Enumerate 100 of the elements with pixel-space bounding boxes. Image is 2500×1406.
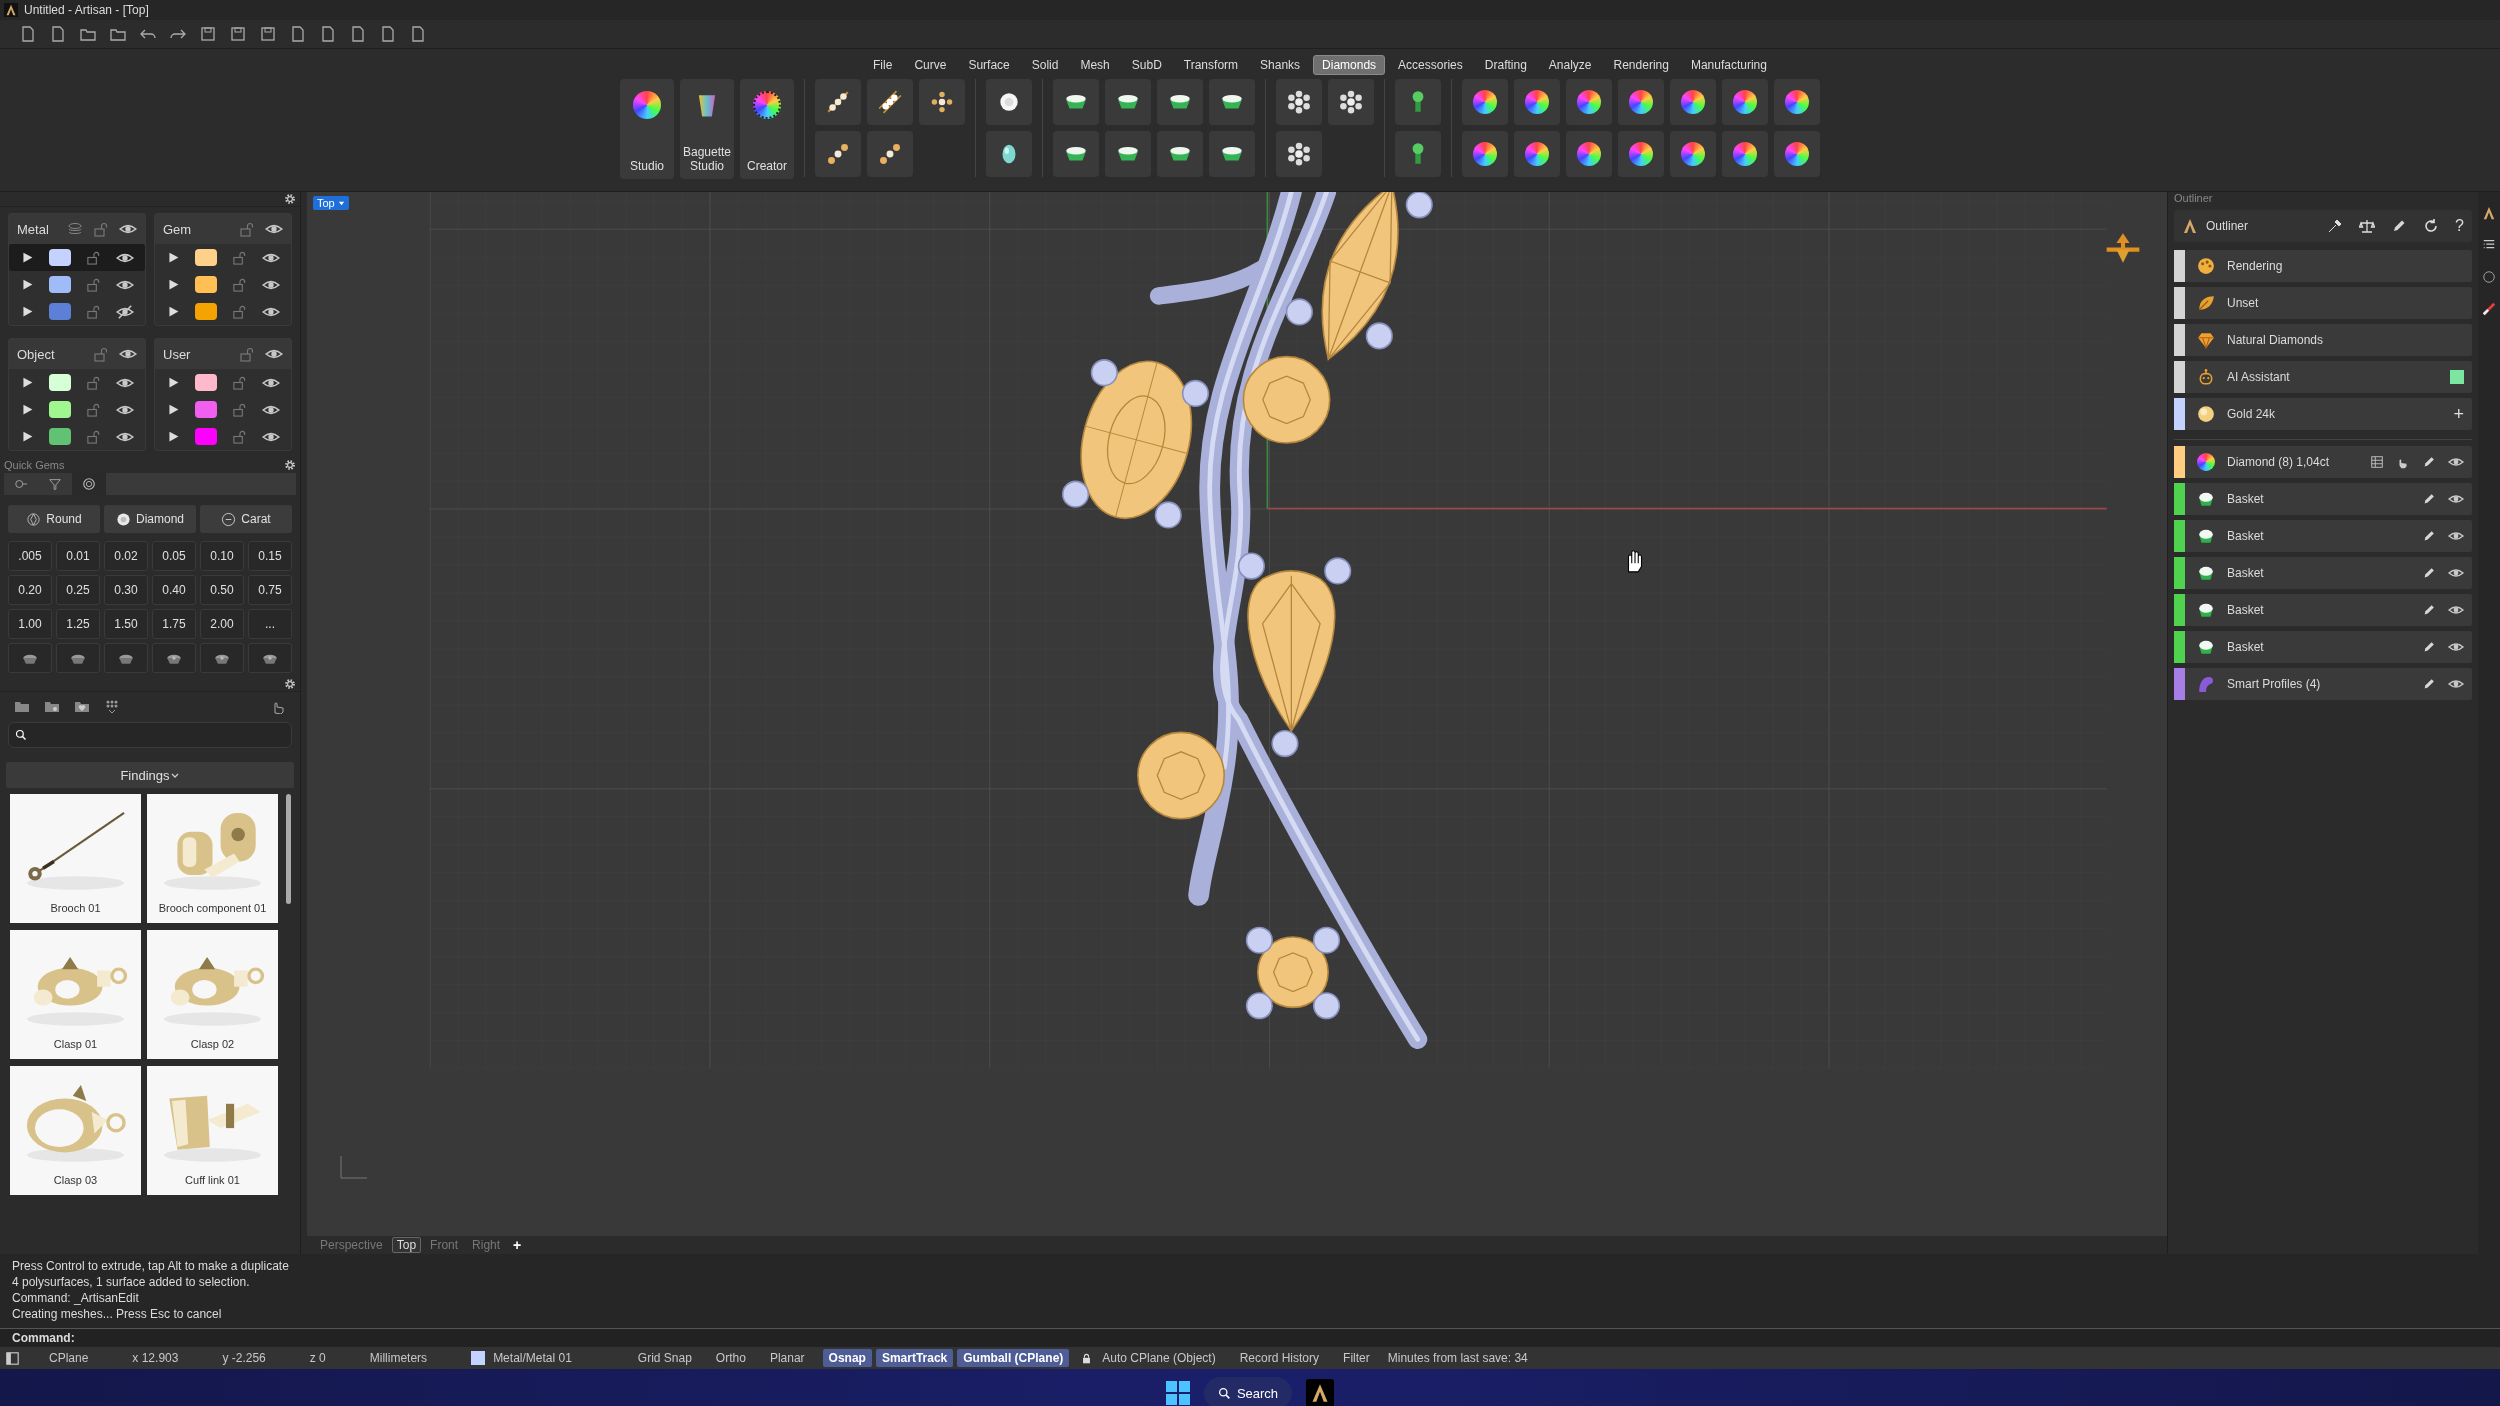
color-swatch[interactable]: [194, 428, 217, 445]
gem-tool-button[interactable]: [1722, 131, 1768, 177]
material-row[interactable]: Rendering: [2174, 250, 2472, 282]
play-icon[interactable]: [20, 430, 34, 443]
add-button[interactable]: +: [2453, 403, 2464, 425]
search-field[interactable]: [8, 722, 292, 748]
color-swatch[interactable]: [194, 401, 217, 418]
size-button[interactable]: 2.00: [200, 609, 244, 639]
gem-tool-button[interactable]: [1395, 131, 1441, 177]
sphere-icon[interactable]: [2482, 270, 2496, 284]
gem-tool-button[interactable]: [815, 79, 861, 125]
gem-tool-button[interactable]: [1514, 131, 1560, 177]
size-button[interactable]: 0.15: [248, 541, 292, 571]
menu-tab[interactable]: Drafting: [1475, 55, 1536, 75]
menu-tab[interactable]: Manufacturing: [1681, 55, 1776, 75]
size-button[interactable]: .005: [8, 541, 52, 571]
gem-tool-button[interactable]: [1774, 131, 1820, 177]
material-row[interactable]: Natural Diamonds: [2174, 324, 2472, 356]
gem-dropdown[interactable]: Diamond: [104, 505, 196, 533]
size-button[interactable]: 0.30: [104, 575, 148, 605]
menu-tab[interactable]: Surface: [959, 55, 1019, 75]
gem-tool-button[interactable]: [1105, 131, 1151, 177]
size-button[interactable]: 1.50: [104, 609, 148, 639]
gem-tool-button[interactable]: [986, 131, 1032, 177]
size-button[interactable]: 0.40: [152, 575, 196, 605]
play-icon[interactable]: [20, 278, 34, 291]
play-icon[interactable]: [20, 305, 34, 318]
color-swatch[interactable]: [48, 401, 71, 418]
size-button[interactable]: 0.20: [8, 575, 52, 605]
layer-stack-icon[interactable]: [67, 221, 83, 237]
color-swatch[interactable]: [48, 374, 71, 391]
settings-icon[interactable]: [284, 678, 296, 690]
play-icon[interactable]: [166, 376, 180, 389]
panel-toggle-icon[interactable]: [6, 1351, 19, 1365]
category-dropdown[interactable]: Findings: [6, 762, 294, 788]
setting-shape-button[interactable]: [8, 643, 52, 673]
setting-shape-button[interactable]: [104, 643, 148, 673]
size-button[interactable]: 0.05: [152, 541, 196, 571]
status-toggle[interactable]: Grid Snap: [631, 1349, 698, 1367]
setting-shape-button[interactable]: [152, 643, 196, 673]
object-row[interactable]: Basket: [2174, 594, 2472, 626]
settings-icon[interactable]: [284, 193, 296, 205]
color-swatch[interactable]: [48, 428, 71, 445]
save-as-icon[interactable]: [230, 26, 246, 42]
size-button[interactable]: 0.25: [56, 575, 100, 605]
gem-tool-button[interactable]: [867, 79, 913, 125]
gem-tool-button[interactable]: [1566, 131, 1612, 177]
save-icon[interactable]: [200, 26, 216, 42]
menu-tab[interactable]: Transform: [1174, 55, 1248, 75]
menu-tab[interactable]: Rendering: [1604, 55, 1678, 75]
gem-tool-button[interactable]: [1774, 79, 1820, 125]
setting-shape-button[interactable]: [248, 643, 292, 673]
gem-tool-button[interactable]: [1209, 79, 1255, 125]
gem-tool-button[interactable]: [1618, 131, 1664, 177]
size-button[interactable]: 1.75: [152, 609, 196, 639]
play-icon[interactable]: [166, 251, 180, 264]
pencil-icon[interactable]: [2422, 603, 2436, 617]
gem-tool-button[interactable]: [1618, 79, 1664, 125]
color-swatch[interactable]: [48, 303, 71, 320]
size-button[interactable]: 0.50: [200, 575, 244, 605]
refresh-icon[interactable]: [2423, 218, 2440, 234]
material-row[interactable]: Unset: [2174, 287, 2472, 319]
pencil-icon[interactable]: [2422, 640, 2436, 654]
gem-tool-button[interactable]: [1157, 131, 1203, 177]
menu-tab[interactable]: File: [864, 55, 902, 75]
gem-tool-button[interactable]: [1462, 79, 1508, 125]
menu-tab[interactable]: Shanks: [1251, 55, 1310, 75]
setting-shape-button[interactable]: [200, 643, 244, 673]
eyedropper-icon[interactable]: [2327, 218, 2344, 234]
gem-tool-button[interactable]: [1670, 131, 1716, 177]
settings-icon[interactable]: [284, 459, 296, 471]
lock-icon[interactable]: [1081, 1352, 1093, 1364]
pencil-icon[interactable]: [2422, 566, 2436, 580]
lock-icon[interactable]: [85, 250, 101, 265]
menu-tab[interactable]: SubD: [1122, 55, 1171, 75]
gem-dropdown[interactable]: Round: [8, 505, 100, 533]
open-folder-icon[interactable]: [80, 26, 96, 42]
menu-tab[interactable]: Solid: [1022, 55, 1068, 75]
size-button[interactable]: 0.01: [56, 541, 100, 571]
eye-off-icon[interactable]: [115, 302, 134, 321]
size-button[interactable]: 1.00: [8, 609, 52, 639]
setting-shape-button[interactable]: [56, 643, 100, 673]
status-toggle[interactable]: Filter: [1337, 1349, 1376, 1367]
status-toggle[interactable]: SmartTrack: [875, 1349, 954, 1367]
layer-label[interactable]: Metal/Metal 01: [493, 1351, 572, 1365]
new-file-icon[interactable]: [20, 26, 36, 42]
size-button[interactable]: 0.02: [104, 541, 148, 571]
play-icon[interactable]: [166, 430, 180, 443]
gem-tool-button[interactable]: [815, 131, 861, 177]
size-button[interactable]: 0.10: [200, 541, 244, 571]
color-swatch[interactable]: [194, 303, 217, 320]
gem-tool-button[interactable]: [919, 79, 965, 125]
view-tab[interactable]: Top: [391, 1237, 422, 1253]
pencil-icon[interactable]: [2422, 455, 2436, 469]
table-icon[interactable]: [2370, 455, 2384, 469]
ribbon-tool-button[interactable]: Studio: [620, 79, 674, 179]
menu-tab[interactable]: Curve: [905, 55, 956, 75]
cplane-label[interactable]: CPlane: [49, 1351, 89, 1365]
material-row[interactable]: AI Assistant: [2174, 361, 2472, 393]
status-toggle[interactable]: Ortho: [709, 1349, 752, 1367]
